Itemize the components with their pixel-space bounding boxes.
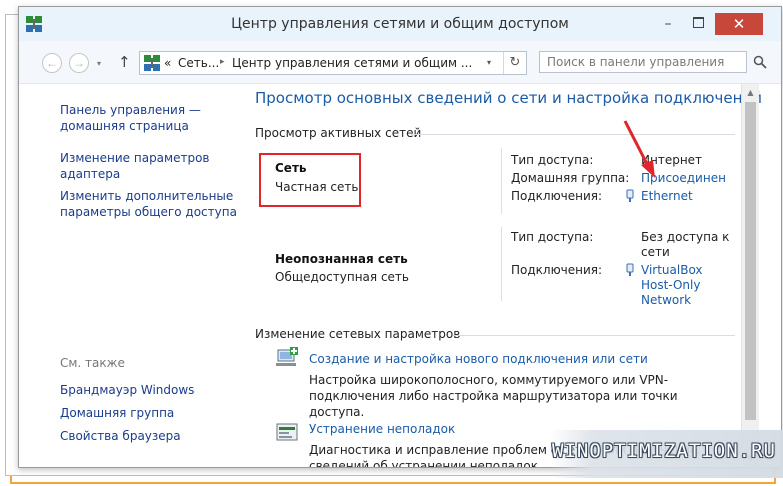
ethernet-plug-icon (626, 263, 634, 276)
arrow-left-icon: ← (46, 56, 58, 70)
control-panel-home-link[interactable]: Панель управления — домашняя страница (60, 102, 240, 134)
breadcrumb-network-center[interactable]: Центр управления сетями и общим ... (232, 56, 472, 70)
ethernet-plug-icon (626, 189, 634, 202)
new-connection-description: Настройка широкополосного, коммутируемог… (309, 373, 678, 419)
network-center-icon (144, 55, 160, 71)
troubleshoot-link[interactable]: Устранение неполадок (309, 422, 455, 436)
close-button[interactable]: ✕ (715, 13, 763, 35)
address-dropdown-button[interactable]: ▾ (480, 52, 498, 74)
network-divider (501, 148, 502, 214)
breadcrumb-overflow[interactable]: « (164, 56, 171, 70)
title-bar[interactable]: Центр управления сетями и общим доступом… (19, 7, 781, 41)
search-input[interactable] (539, 51, 747, 73)
virtualbox-adapter-link[interactable]: VirtualBox Host-Only Network (641, 263, 713, 308)
homegroup-link[interactable]: Домашняя группа (60, 405, 240, 421)
ethernet-link[interactable]: Ethernet (641, 189, 693, 204)
address-bar[interactable]: « Сеть... ▸ Центр управления сетями и об… (139, 51, 527, 75)
change-adapter-settings-link[interactable]: Изменение параметров адаптера (60, 150, 240, 182)
see-also-label: См. также (60, 356, 125, 370)
recent-locations-button[interactable]: ▾ (97, 59, 101, 68)
troubleshoot-icon (276, 423, 298, 441)
scroll-thumb[interactable] (745, 102, 756, 420)
refresh-button[interactable]: ↻ (503, 52, 526, 74)
breadcrumb-separator-icon[interactable]: ▸ (220, 57, 225, 67)
active-networks-label: Просмотр активных сетей (255, 126, 422, 140)
address-row: ← → ▾ ↑ « Сеть... ▸ Центр управления сет… (19, 41, 781, 84)
minimize-button[interactable]: – (653, 13, 683, 35)
up-button[interactable]: ↑ (118, 53, 131, 71)
internet-options-link[interactable]: Свойства браузера (60, 428, 240, 444)
network-divider (501, 227, 502, 301)
access-type-value: Без доступа к сети (641, 230, 730, 259)
scroll-up-button[interactable]: ▲ (742, 84, 759, 101)
main-pane: Просмотр основных сведений о сети и наст… (241, 84, 762, 467)
left-pane: Панель управления — домашняя страница Из… (19, 84, 241, 467)
network-type: Частная сеть (275, 180, 359, 194)
watermark-text: WINOPTIMIZATION.RU (552, 440, 776, 462)
minimize-icon: – (664, 16, 672, 32)
network-name: Неопознанная сеть (275, 252, 408, 266)
access-type-label: Тип доступа: (511, 153, 594, 167)
windows-firewall-link[interactable]: Брандмауэр Windows (60, 382, 240, 398)
close-icon: ✕ (732, 15, 746, 33)
section-divider (411, 134, 735, 135)
breadcrumb-network[interactable]: Сеть... (178, 56, 219, 70)
back-button[interactable]: ← (42, 53, 62, 73)
arrow-right-icon: → (73, 56, 85, 70)
access-type-label: Тип доступа: (511, 230, 594, 244)
page-title: Просмотр основных сведений о сети и наст… (255, 89, 762, 107)
maximize-icon (692, 16, 704, 28)
content-area: Панель управления — домашняя страница Из… (19, 84, 781, 467)
new-connection-icon (276, 347, 298, 366)
homegroup-label: Домашняя группа: (511, 171, 630, 185)
section-divider (453, 335, 735, 336)
network-center-window: Центр управления сетями и общим доступом… (18, 6, 782, 468)
connections-label: Подключения: (511, 189, 603, 203)
maximize-button[interactable] (683, 13, 713, 35)
new-connection-link[interactable]: Создание и настройка нового подключения … (309, 352, 648, 366)
change-settings-label: Изменение сетевых параметров (255, 327, 461, 341)
advanced-sharing-settings-link[interactable]: Изменить дополнительные параметры общего… (60, 188, 240, 220)
search-icon[interactable] (753, 55, 767, 69)
red-arrow-annotation (623, 120, 655, 178)
network-name: Сеть (275, 161, 307, 175)
network-type: Общедоступная сеть (275, 270, 409, 284)
forward-button[interactable]: → (69, 53, 89, 73)
vertical-scrollbar[interactable]: ▲ ▼ (741, 84, 759, 467)
connections-label: Подключения: (511, 263, 603, 277)
